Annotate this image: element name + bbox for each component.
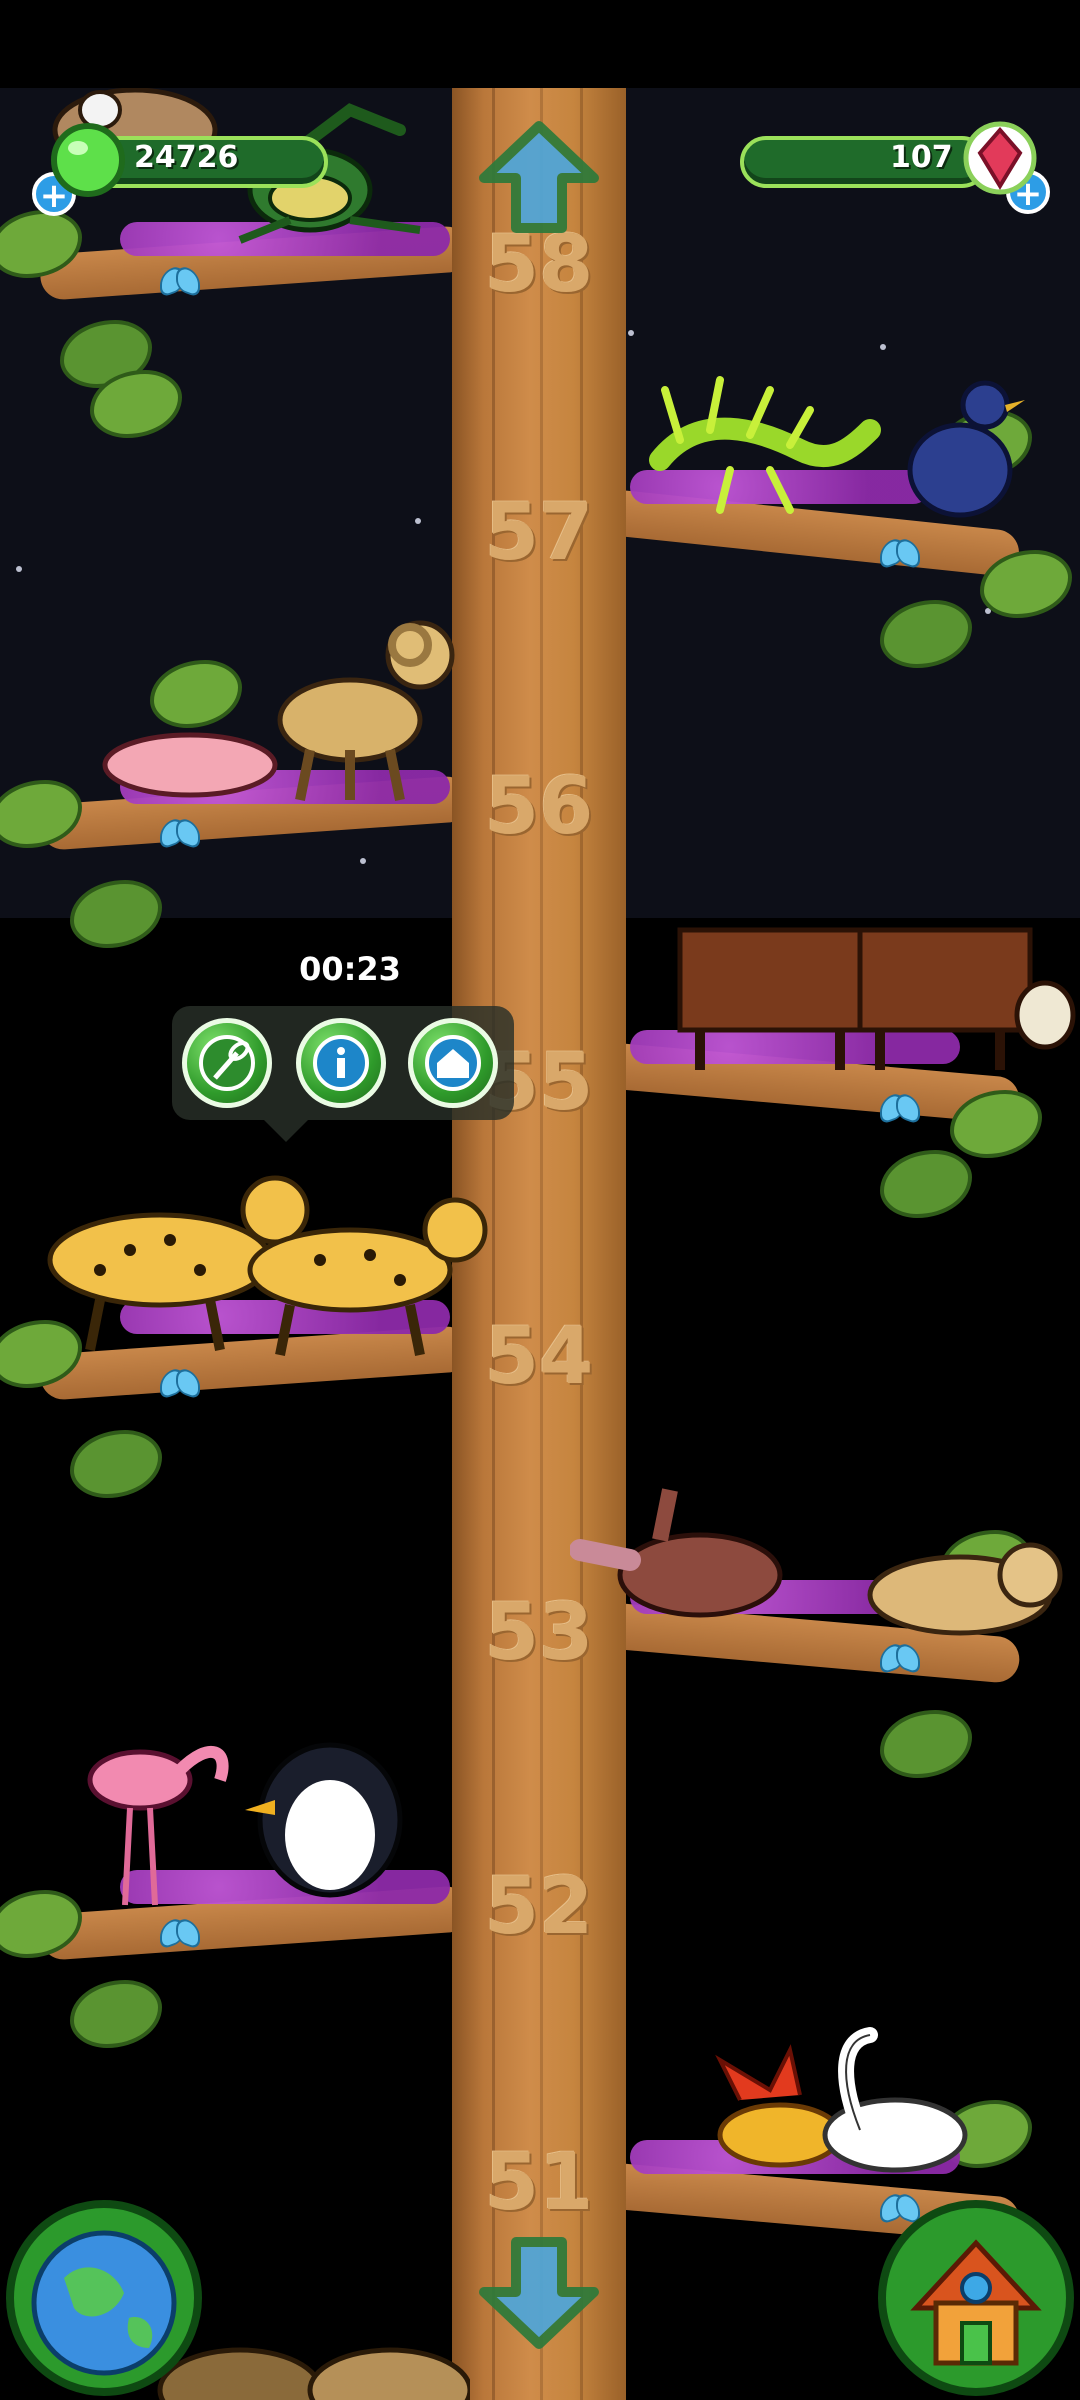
catch-net-button[interactable] <box>182 1018 272 1108</box>
info-button[interactable] <box>296 1018 386 1108</box>
red-gem-icon <box>963 121 1037 195</box>
naked-mole-rat-animal[interactable] <box>90 720 290 810</box>
breeding-timer: 00:23 <box>299 950 401 988</box>
habitat-button[interactable] <box>408 1018 498 1108</box>
blue-bird-animal[interactable] <box>890 360 1030 530</box>
brown-cow-animal[interactable] <box>670 920 880 1080</box>
globe-map-button[interactable] <box>4 2198 204 2398</box>
net-icon <box>199 1035 255 1091</box>
info-icon <box>313 1035 369 1091</box>
flamingo-animal[interactable] <box>80 1720 240 1910</box>
game-screen: 58 57 56 55 54 53 52 51 24726 + 107 + 00… <box>0 0 1080 2400</box>
level-number: 56 <box>484 762 594 852</box>
cheetah-animal[interactable] <box>220 1180 500 1360</box>
animal-action-popup <box>172 1006 514 1142</box>
lynx-animal[interactable] <box>860 1520 1070 1650</box>
swan-animal[interactable] <box>800 2020 970 2190</box>
aardvark-animal[interactable] <box>570 1480 800 1640</box>
level-number: 57 <box>484 488 594 578</box>
scroll-down-arrow-icon[interactable] <box>474 2232 604 2352</box>
penguin-animal[interactable] <box>235 1730 415 1900</box>
home-house-button[interactable] <box>876 2198 1076 2398</box>
leafy-sea-dragon-animal[interactable] <box>640 370 890 520</box>
level-number: 52 <box>484 1862 594 1952</box>
green-potion-icon <box>51 123 125 197</box>
status-bar <box>0 0 1080 88</box>
gem-currency-value: 107 <box>890 140 953 175</box>
bighorn-camel-animal[interactable] <box>270 610 470 810</box>
green-currency-value: 24726 <box>134 140 239 175</box>
habitat-icon <box>425 1035 481 1091</box>
scroll-up-arrow-icon[interactable] <box>474 118 604 238</box>
brown-cow-animal[interactable] <box>850 920 1080 1080</box>
level-number: 51 <box>484 2138 594 2228</box>
